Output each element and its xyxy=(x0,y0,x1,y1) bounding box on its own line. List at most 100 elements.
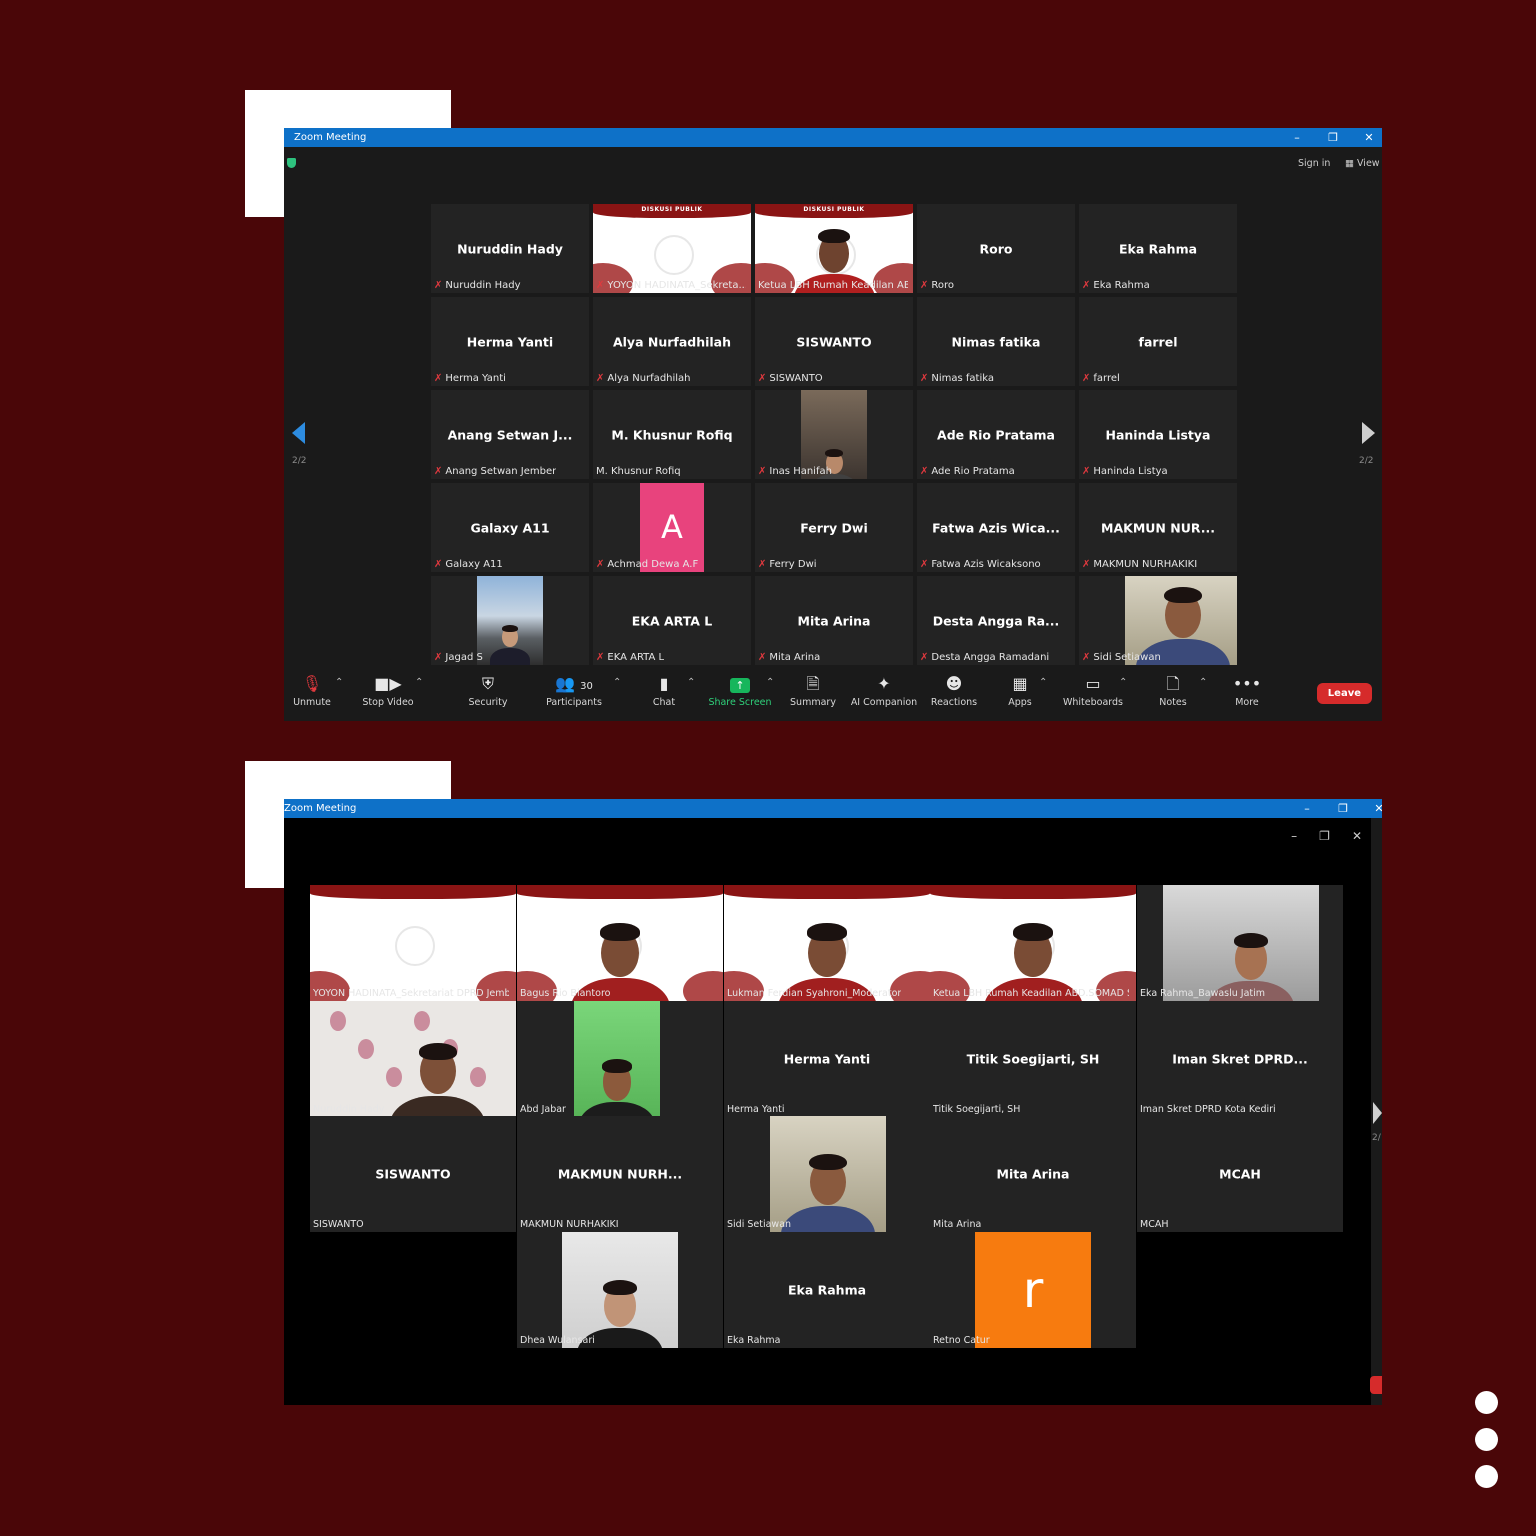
participant-tile[interactable]: Mita Arina Mita Arina xyxy=(930,1116,1136,1232)
participant-name-label: ✗ YOYON HADINATA_Sekreta... xyxy=(596,280,746,291)
participant-tile[interactable]: ✗ Inas Hanifah xyxy=(755,390,913,479)
participant-tile[interactable]: DISKUSI PUBLIK ✗ YOYON HADINATA_Sekreta... xyxy=(593,204,751,293)
participant-tile[interactable]: Titik Soegijarti, SH Titik Soegijarti, SH xyxy=(930,1001,1136,1117)
participant-tile[interactable]: DISKUSI PUBLIK Ketua LBH Rumah Keadilan A… xyxy=(755,204,913,293)
microphone-muted-icon: ✗ xyxy=(596,559,605,570)
restore-icon[interactable]: ❐ xyxy=(1326,128,1340,147)
participant-tile[interactable]: Herma Yanti ✗ Herma Yanti xyxy=(431,297,589,386)
participant-tile[interactable]: Galaxy A11 ✗ Galaxy A11 xyxy=(431,483,589,572)
scales-watermark-icon xyxy=(395,925,435,966)
participant-tile[interactable]: Nuruddin Hady xyxy=(310,1001,516,1117)
restore-icon[interactable]: ❐ xyxy=(1319,829,1330,843)
participant-tile[interactable]: Alya Nurfadhilah ✗ Alya Nurfadhilah xyxy=(593,297,751,386)
participant-tile[interactable]: ✗ Sidi Setiawan xyxy=(1079,576,1237,665)
participant-tile[interactable]: Bagus Rio Biantoro xyxy=(517,885,723,1001)
carousel-dot[interactable] xyxy=(1475,1465,1498,1488)
participant-tile[interactable]: ✗ Jagad S xyxy=(431,576,589,665)
participant-tile[interactable]: Fatwa Azis Wica... ✗ Fatwa Azis Wicaksono xyxy=(917,483,1075,572)
next-page-arrow-icon[interactable] xyxy=(1362,422,1375,444)
participant-tile[interactable]: Iman Skret DPRD... Iman Skret DPRD Kota K… xyxy=(1137,1001,1343,1117)
minimize-icon[interactable]: – xyxy=(1291,829,1297,843)
whiteboards-button[interactable]: ▭ Whiteboards xyxy=(1058,673,1128,708)
participants-caret-icon[interactable]: ⌃ xyxy=(613,677,621,688)
notes-button[interactable]: 🗋 Notes xyxy=(1138,673,1208,708)
next-page-arrow-icon[interactable] xyxy=(1373,1102,1382,1124)
participant-tile[interactable]: Herma Yanti Herma Yanti xyxy=(724,1001,930,1117)
participant-tile[interactable]: Sidi Setiawan xyxy=(724,1116,930,1232)
window-title: Zoom Meeting xyxy=(294,132,367,143)
microphone-muted-icon: ✗ xyxy=(1082,280,1091,291)
participant-tile[interactable]: MAKMUN NURH... MAKMUN NURHAKIKI xyxy=(517,1116,723,1232)
participant-tile[interactable]: Desta Angga Ra... ✗ Desta Angga Ramadani xyxy=(917,576,1075,665)
restore-icon[interactable]: ❐ xyxy=(1336,799,1350,818)
shield-icon[interactable] xyxy=(287,158,296,168)
participant-tile[interactable]: Ketua LBH Rumah Keadilan ABD.SOMAD S.H xyxy=(930,885,1136,1001)
minimize-icon[interactable]: – xyxy=(1300,799,1314,818)
participant-tile[interactable]: MCAH MCAH xyxy=(1137,1116,1343,1232)
participant-tile[interactable]: Dhea Wulansari xyxy=(517,1232,723,1348)
participants-icon: 👥 30 xyxy=(555,674,593,693)
apps-caret-icon[interactable]: ⌃ xyxy=(1039,677,1047,688)
security-button[interactable]: ⛨ Security xyxy=(453,673,523,708)
participant-tile[interactable]: Abd Jabar xyxy=(517,1001,723,1117)
participant-tile[interactable]: Eka Rahma Eka Rahma xyxy=(724,1232,930,1348)
previous-page-arrow-icon[interactable] xyxy=(292,422,305,444)
carousel-dot[interactable] xyxy=(1475,1428,1498,1451)
microphone-muted-icon: ✗ xyxy=(596,373,605,384)
participant-name-label: Eka Rahma xyxy=(727,1335,781,1346)
participant-tile[interactable]: EKA ARTA L ✗ EKA ARTA L xyxy=(593,576,751,665)
chat-caret-icon[interactable]: ⌃ xyxy=(687,677,695,688)
participant-name-label: ✗ Eka Rahma xyxy=(1082,280,1150,291)
close-icon[interactable]: ✕ xyxy=(1372,799,1382,818)
participant-name: Titik Soegijarti, SH xyxy=(933,1104,1021,1115)
participant-name-display: Anang Setwan J... xyxy=(447,427,573,442)
close-icon[interactable]: ✕ xyxy=(1362,128,1376,147)
event-banner xyxy=(724,885,930,899)
participant-tile[interactable]: Ade Rio Pratama ✗ Ade Rio Pratama xyxy=(917,390,1075,479)
view-button[interactable]: ▦ View xyxy=(1345,158,1380,169)
unmute-label: Unmute xyxy=(293,697,331,708)
participant-tile[interactable]: Eka Rahma ✗ Eka Rahma xyxy=(1079,204,1237,293)
participant-tile[interactable]: M. Khusnur Rofiq M. Khusnur Rofiq xyxy=(593,390,751,479)
stop-video-button[interactable]: ■▶ Stop Video xyxy=(353,673,423,708)
participant-tile[interactable]: MAKMUN NUR... ✗ MAKMUN NURHAKIKI xyxy=(1079,483,1237,572)
audio-options-caret-icon[interactable]: ⌃ xyxy=(335,677,343,688)
participant-tile[interactable]: SISWANTO SISWANTO xyxy=(310,1116,516,1232)
sign-in-link[interactable]: Sign in xyxy=(1298,158,1330,169)
reactions-button[interactable]: ☻ Reactions xyxy=(919,673,989,708)
participant-name-label: ✗ Jagad S xyxy=(434,652,483,663)
share-caret-icon[interactable]: ⌃ xyxy=(766,677,774,688)
minimize-icon[interactable]: – xyxy=(1290,128,1304,147)
more-button[interactable]: ••• More xyxy=(1212,673,1282,708)
participant-name-label: ✗ Fatwa Azis Wicaksono xyxy=(920,559,1041,570)
participant-tile[interactable]: Nimas fatika ✗ Nimas fatika xyxy=(917,297,1075,386)
participant-tile[interactable]: Roro ✗ Roro xyxy=(917,204,1075,293)
ai-companion-button[interactable]: ✦ AI Companion xyxy=(849,673,919,708)
leave-button[interactable]: Leave xyxy=(1316,683,1372,704)
whiteboards-caret-icon[interactable]: ⌃ xyxy=(1119,677,1127,688)
leave-button-partial[interactable] xyxy=(1370,1376,1382,1394)
participant-tile[interactable]: Ferry Dwi ✗ Ferry Dwi xyxy=(755,483,913,572)
participant-tile[interactable]: Anang Setwan J... ✗ Anang Setwan Jember xyxy=(431,390,589,479)
carousel-dot[interactable] xyxy=(1475,1391,1498,1414)
video-feed xyxy=(310,1001,516,1117)
participant-tile[interactable]: Haninda Listya ✗ Haninda Listya xyxy=(1079,390,1237,479)
microphone-muted-icon: ✗ xyxy=(920,652,929,663)
participant-tile[interactable]: Eka Rahma_Bawaslu Jatim xyxy=(1137,885,1343,1001)
video-feed xyxy=(477,576,543,665)
participant-tile[interactable]: Lukman Ferdian Syahroni_Moderator xyxy=(724,885,930,1001)
share-screen-button[interactable]: ↑ Share Screen xyxy=(705,673,775,708)
wallpaper-pattern xyxy=(414,1011,430,1031)
participants-button[interactable]: 👥 30 Participants xyxy=(539,673,609,708)
participant-tile[interactable]: YOYON HADINATA_Sekretariat DPRD Jember xyxy=(310,885,516,1001)
notes-caret-icon[interactable]: ⌃ xyxy=(1199,677,1207,688)
video-options-caret-icon[interactable]: ⌃ xyxy=(415,677,423,688)
participant-tile[interactable]: Mita Arina ✗ Mita Arina xyxy=(755,576,913,665)
participant-tile[interactable]: Nuruddin Hady ✗ Nuruddin Hady xyxy=(431,204,589,293)
close-icon[interactable]: ✕ xyxy=(1352,829,1362,843)
participant-tile[interactable]: SISWANTO ✗ SISWANTO xyxy=(755,297,913,386)
summary-button[interactable]: 🗎 Summary xyxy=(778,673,848,708)
participant-tile[interactable]: r Retno Catur xyxy=(930,1232,1136,1348)
participant-tile[interactable]: A ✗ Achmad Dewa A.F xyxy=(593,483,751,572)
participant-tile[interactable]: farrel ✗ farrel xyxy=(1079,297,1237,386)
